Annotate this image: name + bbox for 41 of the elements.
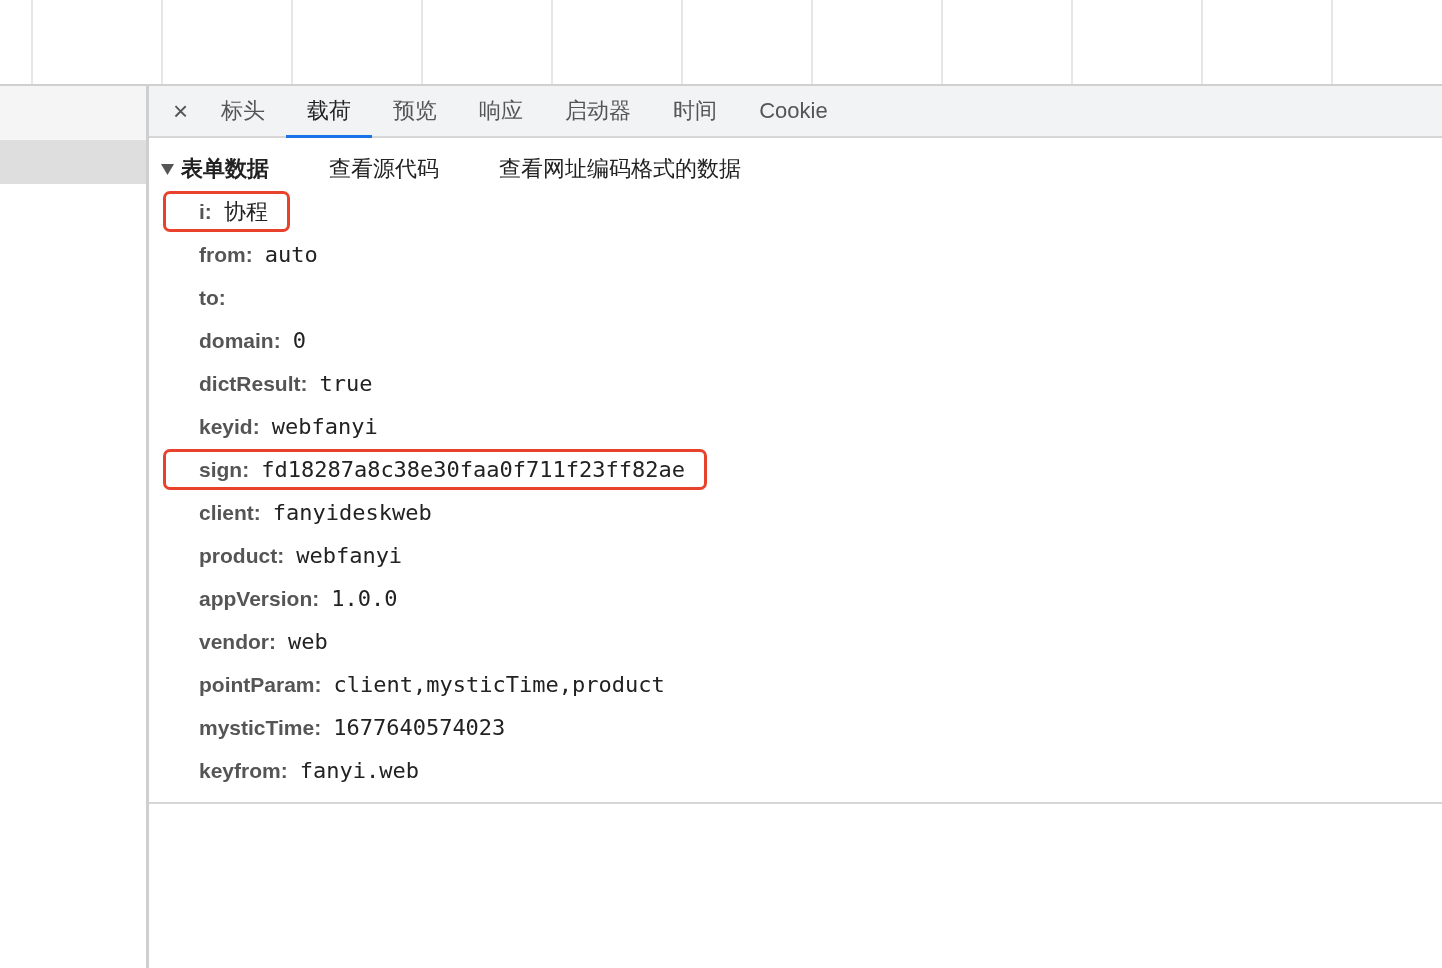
param-key: to: xyxy=(199,285,226,310)
param-key: sign: xyxy=(199,457,250,482)
param-value: client,mysticTime,product xyxy=(333,672,665,697)
param-value: 0 xyxy=(292,328,306,353)
param-value: web xyxy=(288,629,328,654)
param-key: appVersion: xyxy=(199,586,320,611)
tab[interactable]: 响应 xyxy=(458,86,545,138)
param-value: fanyideskweb xyxy=(272,500,432,525)
tab[interactable]: 启动器 xyxy=(544,86,653,138)
param-key: domain: xyxy=(199,328,281,353)
tab[interactable]: 载荷 xyxy=(286,86,373,138)
param-key: i: xyxy=(199,199,212,224)
view-link[interactable]: 查看网址编码格式的数据 xyxy=(499,154,741,184)
param-value: 1677640574023 xyxy=(333,715,506,740)
param-key: keyfrom: xyxy=(199,758,288,783)
tab[interactable]: Cookie xyxy=(738,86,849,138)
section-title: 表单数据 xyxy=(181,155,269,183)
view-link[interactable]: 查看源代码 xyxy=(329,154,439,184)
param-value: 协程 xyxy=(223,197,268,226)
list-row[interactable] xyxy=(0,86,146,141)
tab[interactable]: 预览 xyxy=(372,86,459,138)
selected-list-row[interactable] xyxy=(0,141,146,184)
param-value: webfanyi xyxy=(296,543,403,568)
param-value: webfanyi xyxy=(271,414,378,439)
param-key: pointParam: xyxy=(199,672,322,697)
tab[interactable]: 时间 xyxy=(652,86,739,138)
param-value: true xyxy=(319,371,373,396)
disclosure-triangle-icon[interactable] xyxy=(161,163,174,175)
param-key: from: xyxy=(199,242,253,267)
param-key: dictResult: xyxy=(199,371,308,396)
param-value: auto xyxy=(264,242,318,267)
param-key: product: xyxy=(199,543,285,568)
close-button[interactable]: × xyxy=(161,86,201,136)
param-key: keyid: xyxy=(199,414,260,439)
param-value: fanyi.web xyxy=(299,758,419,783)
param-value: 1.0.0 xyxy=(331,586,398,611)
param-key: client: xyxy=(199,500,261,525)
param-key: vendor: xyxy=(199,629,276,654)
param-key: mysticTime: xyxy=(199,715,322,740)
tab[interactable]: 标头 xyxy=(200,86,287,138)
param-value: fd18287a8c38e30faa0f711f23ff82ae xyxy=(261,457,685,482)
